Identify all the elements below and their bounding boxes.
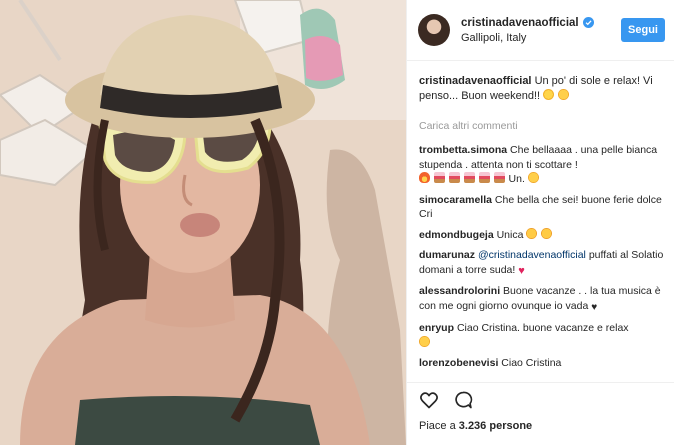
caption-username[interactable]: cristinadavenaofficial (419, 75, 532, 87)
heart-outline-icon[interactable] (419, 390, 439, 410)
instagram-post: cristinadavenaofficial Gallipoli, Italy … (0, 0, 674, 445)
selfie-illustration (0, 0, 406, 445)
post-sidebar: cristinadavenaofficial Gallipoli, Italy … (406, 0, 674, 445)
comment-username[interactable]: edmondbugeja (419, 229, 494, 241)
follow-button[interactable]: Segui (621, 18, 665, 42)
fire-emoji-icon (419, 172, 430, 183)
comment-username[interactable]: simocaramella (419, 194, 492, 206)
comment-mention[interactable]: @cristinadavenaofficial (478, 249, 586, 261)
comment-item: edmondbugeja Unica (419, 227, 665, 243)
sun-emoji-icon (543, 89, 555, 100)
verified-badge-icon (582, 17, 594, 28)
comment-text-tail: Un. (508, 173, 525, 185)
comment-text: Unica (496, 228, 524, 241)
likes-count[interactable]: Piace a 3.236 persone (419, 420, 532, 432)
lips (180, 213, 220, 237)
comment-item: dumarunaz @cristinadavenaofficial puffat… (419, 248, 665, 278)
comment-username[interactable]: dumarunaz (419, 249, 475, 261)
comment-item: lorenzobenevisi Ciao Cristina (419, 356, 665, 371)
avatar[interactable] (418, 14, 450, 46)
swimsuit (75, 396, 320, 445)
comment-username[interactable]: lorenzobenevisi (419, 357, 498, 369)
speech-bubble-icon[interactable] (453, 390, 473, 410)
comment-text: Ciao Cristina (501, 357, 562, 369)
location-link[interactable]: Gallipoli, Italy (461, 32, 621, 44)
comment-username[interactable]: alessandrolorini (419, 285, 500, 297)
post-header: cristinadavenaofficial Gallipoli, Italy … (407, 0, 674, 61)
username-link[interactable]: cristinadavenaofficial (461, 17, 579, 29)
header-text: cristinadavenaofficial Gallipoli, Italy (461, 17, 621, 44)
cake-emoji-icon (478, 172, 490, 183)
actions-divider (407, 382, 674, 383)
comment-item: alessandrolorini Buone vacanze . . la tu… (419, 284, 665, 315)
likes-number: 3.236 (458, 420, 487, 432)
comment-username[interactable]: enryup (419, 322, 454, 334)
heart-eyes-emoji-icon (526, 227, 538, 239)
comments-section: cristinadavenaofficial Un po' di sole e … (407, 62, 674, 382)
comment-text: Ciao Cristina. buone vacanze e relax (456, 322, 629, 334)
username-row: cristinadavenaofficial (461, 17, 621, 29)
cake-emoji-icon (433, 172, 445, 183)
load-more-comments-link[interactable]: Carica altri commenti (419, 120, 665, 132)
comment-item: enryup Ciao Cristina. buone vacanze e re… (419, 321, 665, 350)
cake-emoji-icon (463, 172, 475, 183)
comment-username[interactable]: trombetta.simona (419, 144, 507, 156)
cake-emoji-icon (448, 172, 460, 183)
red-heart-emoji-icon: ♥ (518, 264, 525, 277)
likes-prefix: Piace a (419, 420, 456, 432)
action-bar (419, 390, 473, 410)
caption: cristinadavenaofficial Un po' di sole e … (419, 74, 665, 104)
comment-item: trombetta.simona Che bellaaaa . una pell… (419, 143, 665, 187)
black-heart-emoji-icon: ♥ (591, 301, 598, 313)
cake-emoji-icon (493, 172, 505, 183)
heart-eyes-emoji-icon (541, 227, 553, 239)
smiling-face-emoji-icon (419, 335, 430, 347)
likes-suffix: persone (489, 420, 533, 432)
post-photo[interactable] (0, 0, 406, 445)
comment-item: simocaramella Che bella che sei! buone f… (419, 193, 665, 222)
wink-emoji-icon (527, 172, 539, 183)
kiss-face-emoji-icon (558, 89, 570, 100)
